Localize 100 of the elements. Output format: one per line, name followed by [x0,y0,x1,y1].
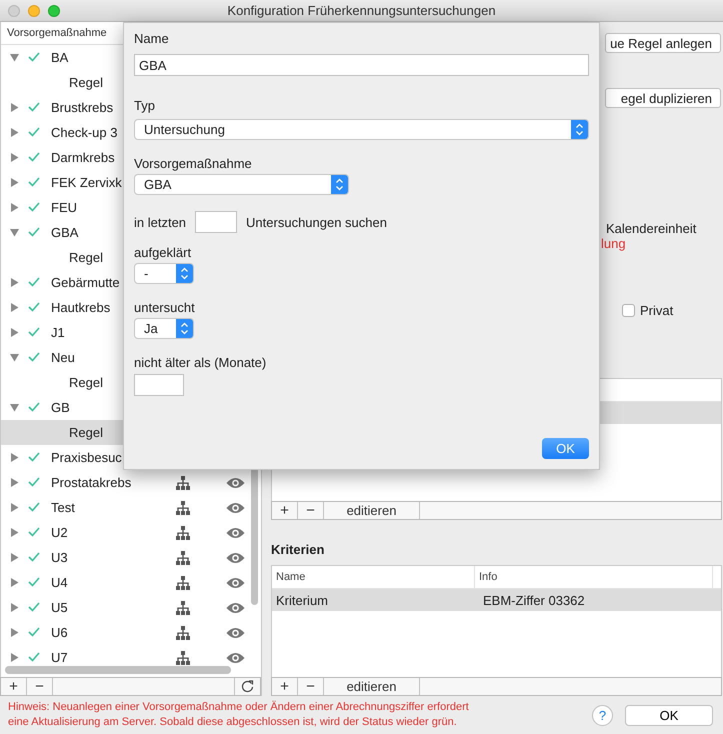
informed-select[interactable]: - [134,263,194,284]
name-field[interactable]: GBA [134,54,589,76]
checkmark-icon [28,602,40,612]
remove-button[interactable]: − [27,678,53,695]
checkmark-icon [28,502,40,512]
field-label: aufgeklärt [134,245,192,260]
checkmark-icon [28,202,40,212]
checkmark-icon [28,352,40,362]
minimize-button[interactable] [28,4,40,16]
field-label: Vorsorgemaßnahme [134,156,252,171]
checkmark-icon [28,526,40,536]
tree-label: GBA [51,225,78,240]
type-select[interactable]: Untersuchung [134,119,589,140]
field-label: Name [134,31,169,46]
eye-icon[interactable] [226,626,245,638]
hierarchy-icon[interactable] [176,626,190,640]
field-label: in letzten [134,214,186,230]
examined-select[interactable]: Ja [134,318,194,339]
tree-label: U2 [51,525,68,540]
ok-button[interactable]: OK [625,704,713,726]
months-field[interactable] [134,374,184,396]
table-row[interactable]: Kriterium EBM-Ziffer 03362 [272,589,721,612]
disclosure-triangle-icon[interactable] [10,203,19,212]
edit-button[interactable]: editieren [324,502,420,520]
column-header[interactable]: Info [475,566,713,588]
disclosure-triangle-icon[interactable] [10,178,19,187]
private-checkbox[interactable] [622,304,635,317]
hierarchy-icon[interactable] [176,476,190,490]
checkmark-icon [28,302,40,312]
duplicate-rule-button[interactable]: egel duplizieren [605,88,721,108]
eye-icon[interactable] [226,652,245,664]
stepper-icon [176,264,193,283]
disclosure-triangle-icon[interactable] [10,478,19,487]
tree-label: Prostatakrebs [51,475,132,490]
scrollbar-thumb[interactable] [5,666,231,674]
disclosure-triangle-icon[interactable] [10,653,19,662]
help-button[interactable]: ? [592,704,613,726]
tree-label: Praxisbesuc [51,450,122,465]
tree-label: U7 [51,650,68,665]
add-button[interactable]: + [272,502,298,520]
tree-label: U5 [51,600,68,615]
eye-icon[interactable] [226,476,245,488]
disclosure-triangle-icon[interactable] [10,553,19,562]
hierarchy-icon[interactable] [176,576,190,590]
tree-label: Regel [69,425,103,440]
checkmark-icon [28,652,40,662]
remove-button[interactable]: − [298,502,324,520]
disclosure-triangle-icon[interactable] [10,603,19,612]
eye-icon[interactable] [226,602,245,614]
disclosure-triangle-icon[interactable] [10,228,19,237]
field-label: Typ [134,98,155,113]
tree-label: U3 [51,550,68,565]
eye-icon[interactable] [226,502,245,514]
stepper-icon [571,120,588,139]
tree-label: BA [51,50,68,65]
checkmark-icon [28,552,40,562]
hierarchy-icon[interactable] [176,500,190,514]
measure-select[interactable]: GBA [134,174,349,195]
checkmark-icon [28,626,40,636]
checkmark-icon [28,276,40,286]
remove-button[interactable]: − [298,678,324,695]
tree-label: Test [51,500,75,515]
hierarchy-icon[interactable] [176,526,190,540]
checkmark-icon [28,402,40,412]
disclosure-triangle-icon[interactable] [10,303,19,312]
disclosure-triangle-icon[interactable] [10,328,19,337]
disclosure-triangle-icon[interactable] [10,503,19,512]
hierarchy-icon[interactable] [176,600,190,614]
disclosure-triangle-icon[interactable] [10,128,19,137]
hierarchy-icon[interactable] [176,650,190,664]
zoom-button[interactable] [48,4,60,16]
eye-icon[interactable] [226,552,245,564]
disclosure-triangle-icon[interactable] [10,403,19,412]
disclosure-triangle-icon[interactable] [10,578,19,587]
disclosure-triangle-icon[interactable] [10,353,19,362]
window-title: Konfiguration Früherkennungsuntersuchungen [226,3,497,18]
eye-icon[interactable] [226,526,245,538]
disclosure-triangle-icon[interactable] [10,453,19,462]
count-field[interactable] [195,211,238,233]
disclosure-triangle-icon[interactable] [10,528,19,537]
tree-label: Check-up 3 [51,125,118,140]
disclosure-triangle-icon[interactable] [10,153,19,162]
checkmark-icon [28,576,40,586]
disclosure-triangle-icon[interactable] [10,278,19,287]
table-cell-text: Kriterium [275,592,330,608]
disclosure-triangle-icon[interactable] [10,53,19,62]
add-button[interactable]: + [1,678,27,695]
eye-icon[interactable] [226,576,245,588]
checkmark-icon [28,102,40,112]
add-button[interactable]: + [272,678,298,695]
disclosure-triangle-icon[interactable] [10,103,19,112]
edit-button[interactable]: editieren [324,678,420,695]
column-header[interactable]: Name [272,566,475,588]
disclosure-triangle-icon[interactable] [10,628,19,637]
stepper-icon [331,175,348,194]
checkbox-label: Privat [640,303,674,318]
hierarchy-icon[interactable] [176,550,190,564]
refresh-icon [241,680,254,693]
tree-label: Regel [69,75,103,90]
new-rule-button[interactable]: ue Regel anlegen [605,33,721,53]
